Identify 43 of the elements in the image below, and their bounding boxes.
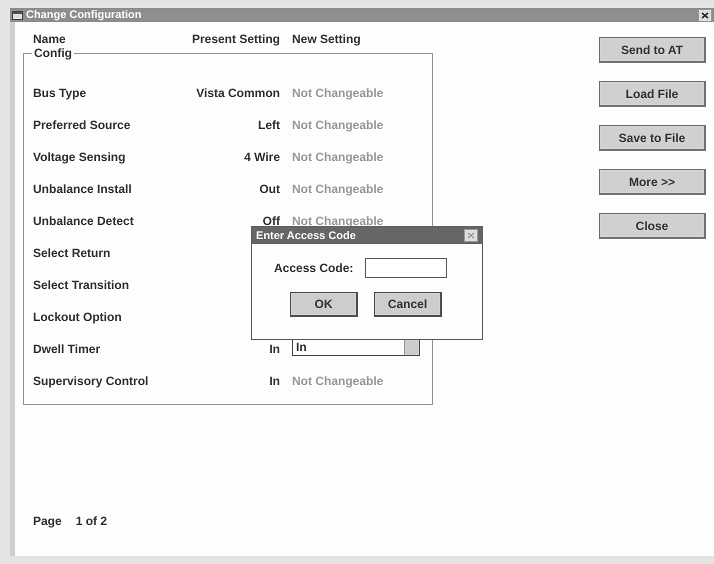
action-button[interactable]: Close bbox=[599, 213, 706, 239]
window-title: Change Configuration bbox=[26, 9, 142, 21]
new-setting-value: Not Changeable bbox=[292, 374, 384, 388]
page-number: 1 of 2 bbox=[76, 514, 108, 528]
setting-name: Unbalance Install bbox=[33, 182, 132, 196]
dialog-button[interactable]: Cancel bbox=[374, 292, 442, 317]
present-setting-value: Out bbox=[259, 182, 280, 196]
setting-name: Supervisory Control bbox=[33, 374, 148, 388]
column-header: Present Setting bbox=[192, 32, 280, 46]
dropdown-arrow-button[interactable] bbox=[404, 339, 419, 355]
field-label: Access Code: bbox=[274, 261, 354, 275]
present-setting-value: In bbox=[269, 342, 280, 356]
window-icon bbox=[12, 10, 23, 20]
setting-name: Bus Type bbox=[33, 86, 86, 100]
action-button[interactable]: Save to File bbox=[599, 125, 706, 151]
dialog-button[interactable]: OK bbox=[290, 292, 358, 317]
present-setting-value: In bbox=[269, 374, 280, 388]
setting-name: Voltage Sensing bbox=[33, 150, 126, 164]
present-setting-value: Off bbox=[262, 214, 280, 228]
new-setting-value: Not Changeable bbox=[292, 182, 384, 196]
setting-name: Dwell Timer bbox=[33, 342, 100, 356]
group-title: Config bbox=[32, 47, 74, 60]
action-button[interactable]: Load File bbox=[599, 81, 706, 107]
setting-name: Unbalance Detect bbox=[33, 214, 134, 228]
setting-name: Lockout Option bbox=[33, 310, 122, 324]
access-code-field[interactable] bbox=[365, 258, 448, 278]
new-setting-value: Not Changeable bbox=[292, 118, 384, 132]
action-button[interactable]: More >> bbox=[599, 169, 706, 195]
setting-name: Select Transition bbox=[33, 278, 130, 292]
present-setting-value: Vista Common bbox=[196, 86, 280, 100]
column-header: Name bbox=[33, 32, 67, 46]
new-setting-value: Not Changeable bbox=[292, 214, 384, 228]
new-setting-value: Not Changeable bbox=[292, 86, 384, 100]
dialog-title: Enter Access Code bbox=[256, 230, 356, 242]
close-icon[interactable] bbox=[698, 8, 712, 22]
present-setting-value: 4 Wire bbox=[244, 150, 280, 164]
new-setting-value: Not Changeable bbox=[292, 150, 384, 164]
setting-name: Preferred Source bbox=[33, 118, 130, 132]
setting-name: Select Return bbox=[33, 246, 110, 260]
page-label: Page bbox=[33, 514, 62, 528]
action-button[interactable]: Send to AT bbox=[599, 37, 706, 63]
present-setting-value: Left bbox=[258, 118, 280, 132]
column-header: New Setting bbox=[292, 32, 362, 46]
